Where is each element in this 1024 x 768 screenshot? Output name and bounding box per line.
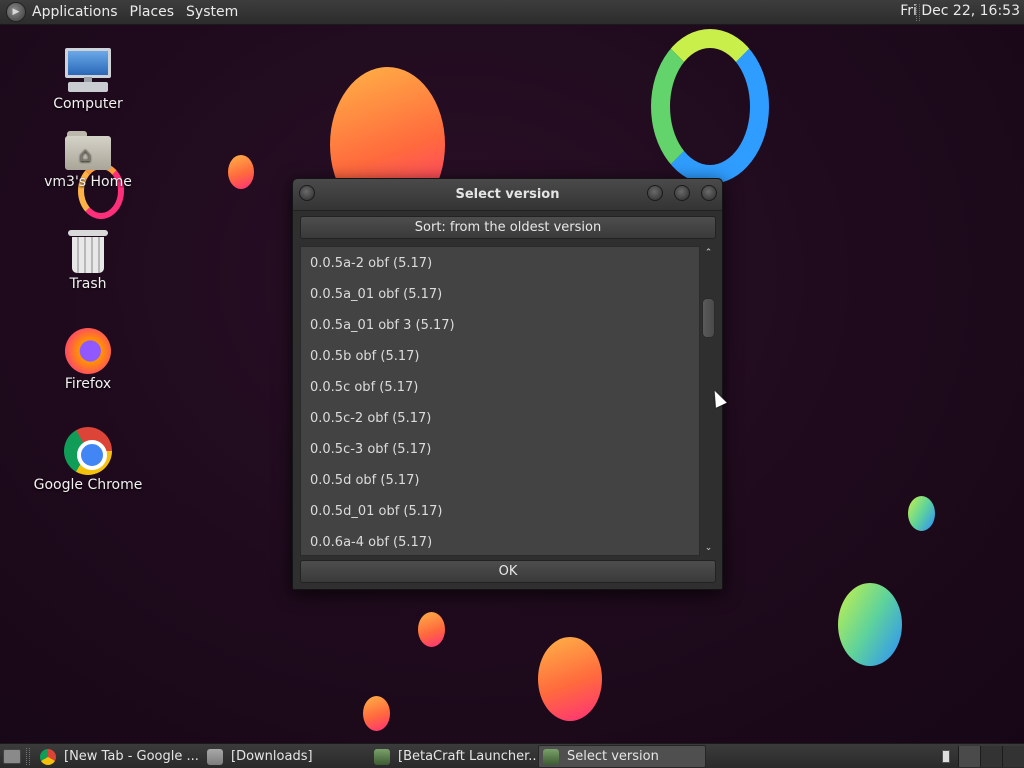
- version-list-item[interactable]: 0.0.5c obf (5.17): [301, 372, 699, 403]
- scroll-up-arrow-icon[interactable]: ⌃: [701, 246, 716, 260]
- version-list-item[interactable]: 0.0.5c-2 obf (5.17): [301, 403, 699, 434]
- top-panel: ▶ Applications Places System Fri Dec 22,…: [0, 0, 1024, 25]
- wallpaper-bubble: [838, 583, 902, 666]
- dialog-titlebar[interactable]: Select version: [293, 179, 722, 211]
- desktop-icon-label: Computer: [53, 96, 123, 112]
- desktop-icon-label: Firefox: [64, 376, 112, 392]
- close-button[interactable]: [701, 185, 717, 201]
- maximize-button[interactable]: [674, 185, 690, 201]
- chrome-icon: [40, 748, 56, 765]
- taskbar-item-downloads[interactable]: [Downloads]: [203, 745, 365, 768]
- wallpaper-bubble: [908, 496, 935, 531]
- workspace-2[interactable]: [980, 746, 1002, 767]
- wallpaper-bubble: [228, 155, 254, 189]
- workspace-switcher[interactable]: [958, 746, 1024, 767]
- desktop-icon-chrome[interactable]: Google Chrome: [33, 427, 143, 493]
- desktop-icon-computer[interactable]: Computer: [33, 46, 143, 112]
- taskbar-item-select-version[interactable]: Select version: [538, 745, 706, 768]
- folder-icon: [207, 748, 223, 765]
- version-list-item[interactable]: 0.0.5a_01 obf (5.17): [301, 279, 699, 310]
- distro-logo-icon[interactable]: ▶: [6, 2, 26, 22]
- desktop-icon-trash[interactable]: Trash: [33, 228, 143, 292]
- taskbar-item-label: [New Tab - Google ...: [64, 749, 198, 764]
- version-list: 0.0.5a-2 obf (5.17) 0.0.5a_01 obf (5.17)…: [300, 246, 700, 556]
- taskbar-item-chrome[interactable]: [New Tab - Google ...: [36, 745, 198, 768]
- scroll-down-arrow-icon[interactable]: ⌄: [701, 541, 716, 555]
- menu-system[interactable]: System: [186, 4, 246, 20]
- workspace-1[interactable]: [958, 746, 980, 767]
- version-list-item[interactable]: 0.0.6a-4 obf (5.17): [301, 527, 699, 555]
- minimize-button[interactable]: [647, 185, 663, 201]
- betacraft-icon: [374, 748, 390, 765]
- menu-places[interactable]: Places: [130, 4, 183, 20]
- desktop-icon-label: vm3's Home: [44, 174, 132, 190]
- version-list-item[interactable]: 0.0.5a_01 obf 3 (5.17): [301, 310, 699, 341]
- version-list-item[interactable]: 0.0.5d_01 obf (5.17): [301, 496, 699, 527]
- select-version-dialog: Select version Sort: from the oldest ver…: [292, 178, 723, 590]
- desktop-icon-label: Trash: [69, 276, 107, 292]
- taskbar-item-betacraft[interactable]: [BetaCraft Launcher...: [370, 745, 536, 768]
- wallpaper-bubble: [538, 637, 602, 721]
- wallpaper-bubble: [418, 612, 445, 647]
- version-list-item[interactable]: 0.0.5a-2 obf (5.17): [301, 248, 699, 279]
- home-folder-icon: ⌂: [65, 130, 111, 172]
- trash-icon: [68, 228, 108, 274]
- ok-button[interactable]: OK: [300, 560, 716, 583]
- desktop-icon-home[interactable]: ⌂ vm3's Home: [33, 130, 143, 190]
- menu-applications[interactable]: Applications: [32, 4, 126, 20]
- version-list-item[interactable]: 0.0.5b obf (5.17): [301, 341, 699, 372]
- scrollbar-thumb[interactable]: [702, 298, 715, 338]
- clock[interactable]: Fri Dec 22, 16:53: [900, 3, 1020, 19]
- taskbar-separator: [26, 748, 30, 765]
- bottom-taskbar: [New Tab - Google ... [Downloads] [BetaC…: [0, 743, 1024, 768]
- desktop-icon-firefox[interactable]: Firefox: [33, 328, 143, 392]
- computer-icon: [64, 46, 112, 94]
- wallpaper-bubble: [363, 696, 390, 731]
- taskbar-item-label: [BetaCraft Launcher...: [398, 749, 536, 764]
- version-list-item[interactable]: 0.0.5c-3 obf (5.17): [301, 434, 699, 465]
- betacraft-icon: [543, 748, 559, 765]
- taskbar-item-label: [Downloads]: [231, 749, 313, 764]
- sort-order-button[interactable]: Sort: from the oldest version: [300, 216, 716, 239]
- workspace-3[interactable]: [1002, 746, 1024, 767]
- firefox-icon: [65, 328, 111, 374]
- version-list-item[interactable]: 0.0.5d obf (5.17): [301, 465, 699, 496]
- tray-indicator-icon[interactable]: [942, 750, 950, 763]
- chrome-icon: [64, 427, 112, 475]
- desktop-icon-label: Google Chrome: [33, 477, 143, 493]
- taskbar-item-label: Select version: [567, 749, 659, 764]
- wallpaper-ring: [651, 29, 769, 184]
- show-desktop-icon[interactable]: [3, 749, 21, 764]
